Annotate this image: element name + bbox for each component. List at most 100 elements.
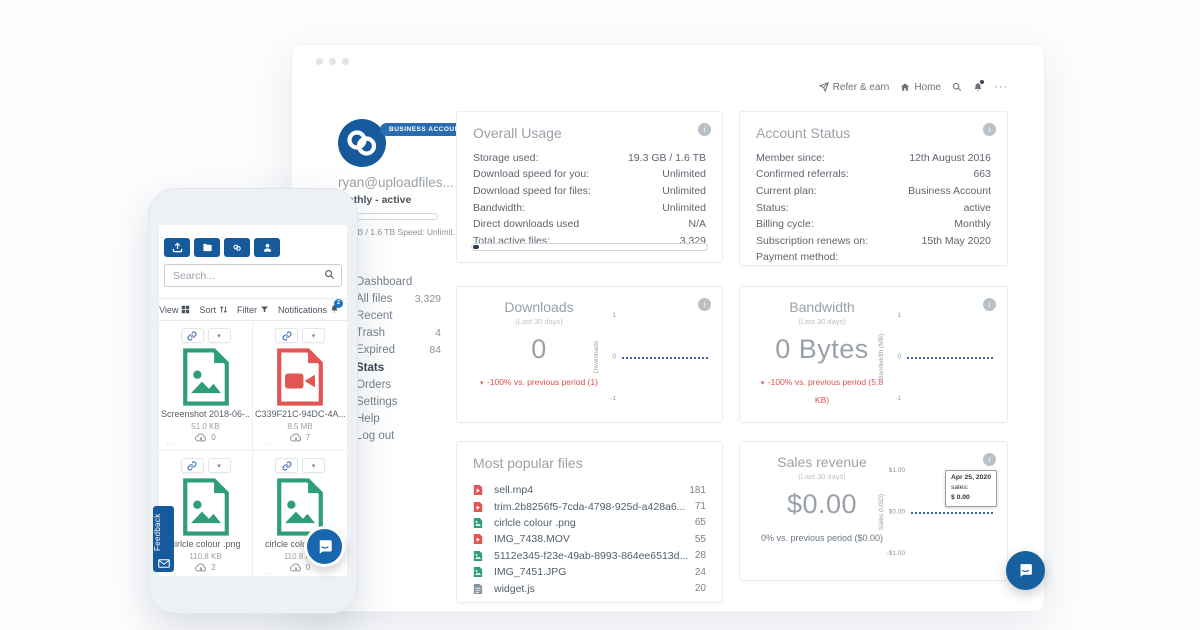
file-row[interactable]: IMG_7451.JPG24 (457, 564, 722, 580)
downloads-mini-chart: Downloads 1 0 -1 (592, 315, 708, 399)
tooltip-date: Apr 25, 2020 (951, 473, 991, 483)
sidebar-item-trash[interactable]: Trash4 (356, 325, 441, 342)
copy-link-button[interactable] (181, 328, 204, 343)
sidebar-item-dashboard[interactable]: Dashboard (356, 273, 441, 290)
file-size: 51.0 KB (159, 422, 252, 431)
sidebar-item-logout[interactable]: Log out (356, 428, 441, 445)
more-options-button[interactable]: ▾ (302, 458, 325, 473)
y-tick: -1 (877, 395, 901, 402)
window-controls (316, 58, 349, 65)
feedback-label: Feedback (153, 510, 174, 554)
bandwidth-card: i Bandwidth (Last 30 days) 0 Bytes ▾ -10… (739, 286, 1008, 423)
filter-control[interactable]: Filter (237, 305, 269, 315)
info-icon[interactable]: i (983, 123, 996, 136)
notifications-bell[interactable] (973, 82, 983, 93)
search-icon[interactable] (952, 82, 962, 92)
sidebar-item-stats[interactable]: Stats (356, 359, 441, 376)
window-dot (342, 58, 349, 65)
chart-series-line (911, 512, 993, 514)
y-tick: -1 (592, 395, 616, 402)
new-folder-button[interactable] (194, 238, 220, 257)
phone-search (164, 264, 342, 287)
image-file-icon (180, 477, 232, 537)
bandwidth-mini-chart: Bandwidth (MB) 1 0 -1 (877, 315, 993, 399)
top-nav: Refer & earn Home ··· (819, 81, 1008, 93)
video-file-icon (473, 533, 483, 545)
account-row: Billing cycle:Monthly (740, 216, 1007, 233)
sidebar-item-all-files[interactable]: All files3,329 (356, 290, 441, 307)
user-email: ryan@uploadfiles... (338, 175, 454, 190)
chart-series-line (622, 357, 708, 359)
bell-icon: 2 (330, 304, 339, 316)
funnel-icon (260, 305, 269, 314)
sort-control[interactable]: Sort (199, 305, 228, 315)
view-toggle[interactable]: View (159, 305, 190, 315)
y-tick: $0.00 (877, 509, 905, 516)
upload-button[interactable] (164, 238, 190, 257)
search-icon[interactable] (324, 269, 335, 280)
storage-progressbar (471, 243, 708, 251)
video-file-icon (274, 347, 326, 407)
video-file-icon (473, 484, 483, 496)
file-row[interactable]: cirlcle colour .png65 (457, 515, 722, 531)
notifications-control[interactable]: Notifications 2 (278, 304, 339, 316)
file-row[interactable]: sell.mp4181 (457, 482, 722, 498)
copy-link-button[interactable] (181, 458, 204, 473)
usage-rows: Storage used:19.3 GB / 1.6 TB Download s… (457, 146, 722, 250)
sidebar-item-settings[interactable]: Settings (356, 393, 441, 410)
overall-usage-card: Overall Usage i Storage used:19.3 GB / 1… (456, 111, 723, 263)
envelope-icon (158, 559, 170, 568)
copy-link-button[interactable] (275, 458, 298, 473)
info-icon[interactable]: i (698, 298, 711, 311)
file-card[interactable]: ▾ Screenshot 2018-06-... 51.0 KB 0 ··· (159, 321, 253, 451)
shared-links-button[interactable] (224, 238, 250, 257)
image-file-icon (473, 566, 483, 578)
info-icon[interactable]: i (983, 453, 996, 466)
more-options-button[interactable]: ▾ (208, 328, 231, 343)
chat-launcher[interactable] (1006, 551, 1045, 590)
file-card-actions: ▾ (275, 328, 325, 343)
info-icon[interactable]: i (698, 123, 711, 136)
account-row: Status:active (740, 200, 1007, 217)
refer-earn-link[interactable]: Refer & earn (819, 82, 890, 93)
browser-window: Refer & earn Home ··· BUSINESS ACCOUNT r… (291, 44, 1045, 612)
y-tick: $1.00 (877, 467, 905, 474)
copy-link-button[interactable] (275, 328, 298, 343)
upload-icon (172, 242, 183, 253)
file-name: C339F21C-94DC-4A... (255, 409, 345, 419)
more-options-button[interactable]: ▾ (208, 458, 231, 473)
account-row: Confirmed referrals:663 (740, 167, 1007, 184)
chart-series-line (907, 357, 993, 359)
more-menu[interactable]: ··· (994, 81, 1008, 93)
chat-bubble-icon (1017, 562, 1034, 579)
home-link[interactable]: Home (900, 82, 941, 93)
more-options-button[interactable]: ▾ (302, 328, 325, 343)
file-row[interactable]: 5112e345-f23e-49ab-8993-864ee6513d...28 (457, 548, 722, 564)
y-tick: 1 (877, 312, 901, 319)
card-footer-dots: ··· (260, 569, 271, 576)
y-tick: 0 (877, 354, 901, 361)
link-icon (187, 461, 197, 471)
file-card[interactable]: ▾ C339F21C-94DC-4A... 8.5 MB 7 ··· (253, 321, 347, 451)
account-row: Payment method: (740, 250, 1007, 267)
sidebar-item-expired[interactable]: Expired84 (356, 342, 441, 359)
file-row[interactable]: widget.js20 (457, 580, 722, 596)
file-row[interactable]: IMG_7438.MOV55 (457, 531, 722, 547)
download-cloud-icon (290, 433, 302, 442)
info-icon[interactable]: i (983, 298, 996, 311)
image-file-icon (473, 517, 483, 529)
search-input[interactable] (164, 264, 342, 287)
file-row[interactable]: trim.2b8256f5-7cda-4798-925d-a428a6...71 (457, 498, 722, 514)
file-card-actions: ▾ (181, 328, 231, 343)
sidebar-item-orders[interactable]: Orders (356, 376, 441, 393)
account-row: Member since:12th August 2016 (740, 150, 1007, 167)
code-file-icon (473, 583, 483, 595)
sidebar-item-help[interactable]: Help (356, 411, 441, 428)
sidebar-item-recent[interactable]: Recent (356, 307, 441, 324)
feedback-tab[interactable]: Feedback (153, 506, 174, 572)
chat-launcher-small[interactable] (304, 526, 345, 567)
popular-files-list: sell.mp4181 trim.2b8256f5-7cda-4798-925d… (457, 476, 722, 597)
account-button[interactable] (254, 238, 280, 257)
notification-badge: 2 (334, 299, 343, 308)
y-tick: 1 (592, 312, 616, 319)
